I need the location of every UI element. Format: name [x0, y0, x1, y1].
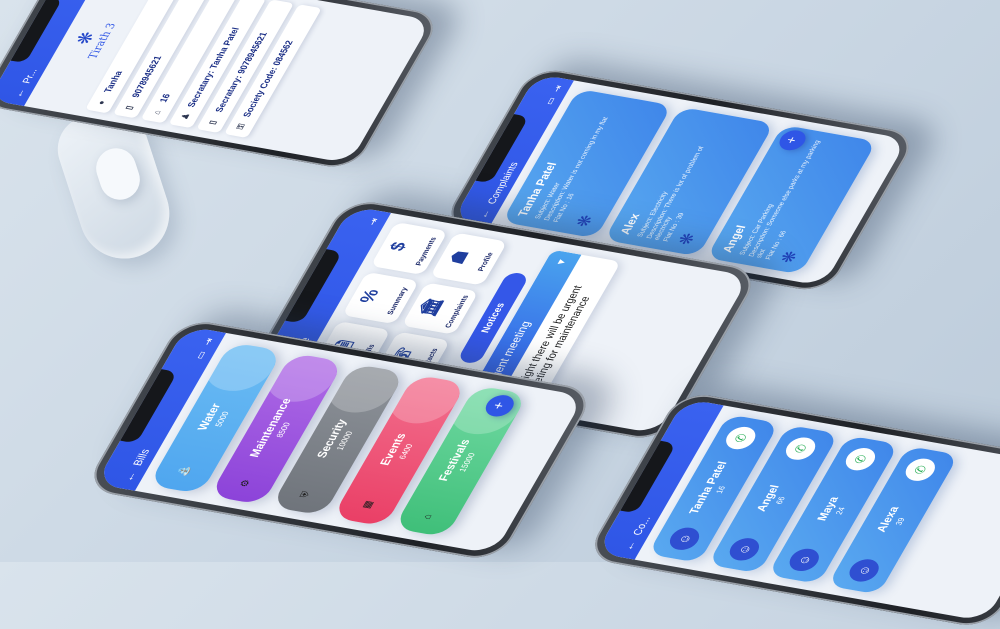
- phone-icon: ▯: [123, 105, 135, 111]
- tile-label: Summary: [385, 286, 410, 316]
- person-icon: ♟: [179, 112, 192, 121]
- appbar-icons: ⇥: [361, 217, 382, 232]
- user-icon: ●: [95, 99, 108, 106]
- profile-name-text: Tanha: [102, 70, 125, 94]
- tile-label: Profile: [476, 251, 495, 272]
- payments-icon: $: [386, 240, 411, 253]
- chevron-down-icon[interactable]: ▾: [553, 258, 570, 265]
- appbar-icons: ▭⇥: [188, 337, 217, 366]
- profile-flat-text: 16: [158, 93, 173, 104]
- back-arrow-icon[interactable]: ←: [120, 470, 139, 482]
- summary-icon: %: [356, 287, 384, 305]
- back-arrow-icon[interactable]: ←: [620, 540, 639, 552]
- logout-icon[interactable]: ⇥: [202, 338, 217, 347]
- home-icon: ⌂: [151, 109, 163, 116]
- complaints-icon: 🏛: [415, 295, 447, 319]
- tile-label: Payments: [413, 236, 439, 267]
- snowflake-logo-icon: ❋: [674, 231, 701, 247]
- logout-icon[interactable]: ⇥: [367, 218, 382, 227]
- back-arrow-icon[interactable]: ←: [476, 208, 494, 219]
- snowflake-logo-icon: ❋: [572, 213, 598, 229]
- snowflake-logo-icon: ❋: [777, 249, 803, 265]
- profile-icon: ☗: [445, 248, 474, 266]
- back-arrow-icon[interactable]: ←: [11, 88, 28, 99]
- key-icon: ⚿: [234, 123, 247, 130]
- logout-icon[interactable]: ⇥: [551, 85, 565, 93]
- calendar-icon[interactable]: ▭: [544, 97, 558, 106]
- appbar-icons: ▭⇥: [539, 84, 565, 111]
- tile-label: Complaints: [443, 294, 471, 329]
- calendar-icon[interactable]: ▭: [194, 350, 209, 360]
- phone-icon: ▯: [207, 119, 219, 126]
- contacts-screen: ← Co... ☺ Tanha Patel 16 ✆ ☺ Angel 66 ✆ …: [595, 398, 1000, 622]
